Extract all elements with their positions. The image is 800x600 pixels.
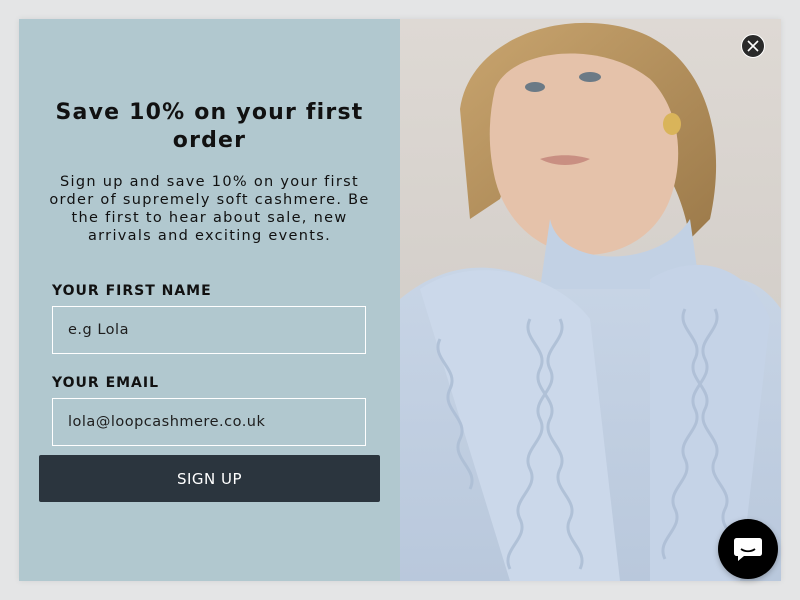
signup-form-panel: Save 10% on your first order Sign up and… <box>19 19 400 581</box>
first-name-input[interactable] <box>52 306 366 354</box>
sign-up-button[interactable]: SIGN UP <box>39 455 380 502</box>
close-button[interactable] <box>741 34 765 58</box>
email-label: YOUR EMAIL <box>52 375 160 391</box>
chat-button[interactable] <box>718 519 778 579</box>
popup-title: Save 10% on your first order <box>55 100 364 153</box>
signup-popup: Save 10% on your first order Sign up and… <box>19 19 781 581</box>
close-icon <box>747 40 759 52</box>
first-name-label: YOUR FIRST NAME <box>52 283 212 299</box>
model-illustration <box>400 19 781 581</box>
popup-subtitle: Sign up and save 10% on your first order… <box>49 174 370 244</box>
email-input[interactable] <box>52 398 366 446</box>
model-photo <box>400 19 781 581</box>
chat-icon <box>734 538 762 561</box>
